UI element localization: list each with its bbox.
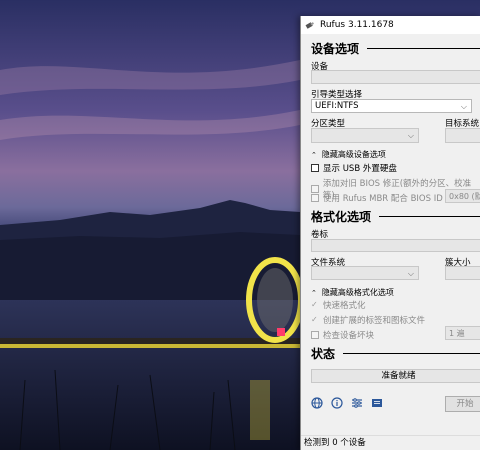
rufus-window: Rufus 3.11.1678 设备选项 设备 引导类型选择 UEFI:NTFS…: [300, 16, 480, 450]
info-icon[interactable]: [331, 397, 343, 409]
bad-blocks-checkbox[interactable]: 检查设备坏块: [311, 329, 374, 341]
checkbox-box: [311, 194, 319, 202]
file-system-select[interactable]: ⌵: [311, 266, 419, 280]
rufus-mbr-label: 使用 Rufus MBR 配合 BIOS ID: [323, 194, 443, 204]
volume-label-input[interactable]: [311, 239, 480, 252]
checkmark-icon: ✓: [311, 315, 318, 324]
globe-icon[interactable]: [311, 397, 323, 409]
toolbar-icons: [311, 397, 383, 409]
target-system-select[interactable]: [445, 128, 480, 143]
advanced-drive-toggle-label: 隐藏高级设备选项: [321, 150, 386, 159]
status-bar-text: 检测到 0 个设备: [304, 438, 366, 448]
drive-properties-heading-text: 设备选项: [311, 42, 360, 56]
boot-selection-value: UEFI:NTFS: [315, 101, 359, 111]
checkbox-box: [311, 164, 319, 172]
chevron-up-icon: ⌃: [311, 288, 317, 297]
cluster-size-select[interactable]: [445, 266, 480, 280]
format-options-heading: 格式化选项: [311, 208, 480, 225]
list-usb-checkbox[interactable]: 显示 USB 外置硬盘: [311, 162, 397, 174]
chevron-down-icon: ⌵: [460, 102, 467, 111]
window-title: Rufus 3.11.1678: [320, 20, 394, 30]
quick-format-label: 快速格式化: [323, 301, 366, 311]
advanced-format-toggle[interactable]: ⌃ 隐藏高级格式化选项: [311, 287, 394, 298]
advanced-drive-toggle[interactable]: ⌃ 隐藏高级设备选项: [311, 149, 386, 160]
bad-blocks-label: 检查设备坏块: [323, 331, 375, 341]
progress-text: 准备就绪: [381, 371, 416, 381]
settings-icon[interactable]: [351, 397, 363, 409]
passes-select[interactable]: 1 遍: [445, 326, 480, 340]
chevron-down-icon: ⌵: [407, 131, 414, 140]
quick-format-checkbox[interactable]: ✓ 快速格式化: [311, 299, 366, 312]
partition-scheme-select[interactable]: ⌵: [311, 128, 419, 143]
advanced-format-toggle-label: 隐藏高级格式化选项: [321, 288, 394, 297]
title-bar[interactable]: Rufus 3.11.1678: [301, 16, 480, 34]
rufus-mbr-checkbox[interactable]: 使用 Rufus MBR 配合 BIOS ID: [311, 192, 443, 204]
extended-label-checkbox[interactable]: ✓ 创建扩展的标签和图标文件: [311, 314, 426, 327]
start-button[interactable]: 开始: [445, 396, 480, 412]
format-options-heading-text: 格式化选项: [311, 210, 372, 224]
status-bar: 检测到 0 个设备: [301, 435, 480, 450]
progress-bar: 准备就绪: [311, 369, 480, 383]
checkbox-box: [311, 331, 319, 339]
chevron-up-icon: ⌃: [311, 150, 317, 159]
bios-id-value: 0x80 (默认): [449, 192, 480, 201]
device-select[interactable]: [311, 70, 480, 84]
extended-label-label: 创建扩展的标签和图标文件: [323, 316, 426, 326]
checkmark-icon: ✓: [311, 300, 318, 309]
usb-drive-icon: [305, 22, 314, 29]
log-icon[interactable]: [371, 397, 383, 409]
list-usb-label: 显示 USB 外置硬盘: [323, 164, 397, 174]
bios-id-select[interactable]: 0x80 (默认): [445, 189, 480, 203]
status-heading-text: 状态: [311, 347, 336, 361]
drive-properties-heading: 设备选项: [311, 40, 480, 57]
boot-selection-select[interactable]: UEFI:NTFS ⌵: [311, 99, 472, 113]
passes-value: 1 遍: [449, 329, 465, 338]
status-heading: 状态: [311, 345, 480, 362]
chevron-down-icon: ⌵: [407, 269, 414, 278]
